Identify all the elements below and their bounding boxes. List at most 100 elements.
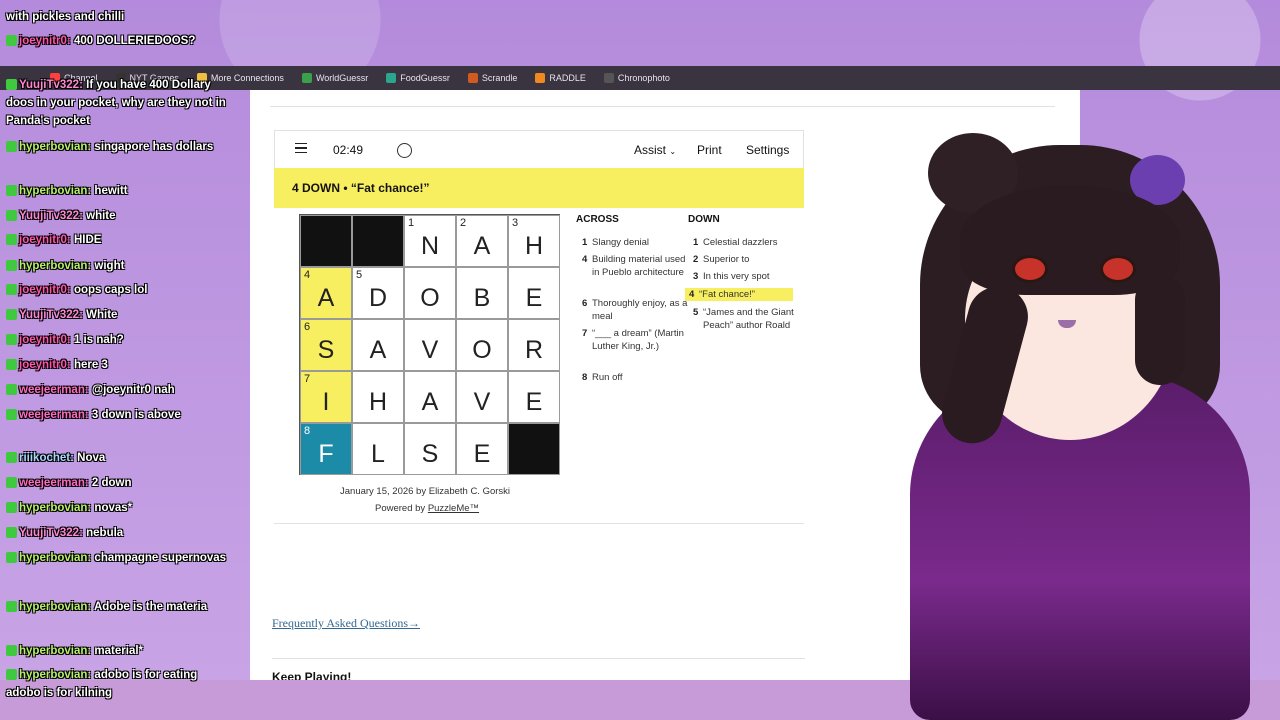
grid-cell[interactable]: E [508, 371, 560, 423]
chat-text: 3 down is above [91, 409, 181, 421]
down-clue[interactable]: 4 “Fat chance!” [685, 288, 793, 301]
chat-text: nebula [86, 527, 124, 539]
divider [274, 523, 804, 524]
grid-cell[interactable]: O [404, 267, 456, 319]
across-clue[interactable]: 7 “___ a dream” (Martin Luther King, Jr.) [582, 327, 692, 353]
clue-number: 1 [582, 237, 588, 248]
grid-cell[interactable]: E [456, 423, 508, 475]
assist-button[interactable]: Assist ⌄ [634, 143, 676, 157]
clue-text: In this very spot [703, 271, 770, 282]
cell-letter: S [317, 336, 335, 364]
grid-cell[interactable]: V [456, 371, 508, 423]
grid-cell[interactable]: H [352, 371, 404, 423]
cell-letter: H [524, 232, 544, 260]
cell-letter: I [322, 388, 330, 416]
across-clue[interactable]: 4 Building material used in Pueblo archit… [582, 253, 692, 279]
chat-username: hyperbovian: [19, 601, 92, 613]
chat-username: joeynitr0: [19, 234, 71, 246]
cell-letter: A [369, 336, 387, 364]
grid-cell[interactable]: A [352, 319, 404, 371]
crossword-grid[interactable]: 1N2A3H4A5DOBE6SAVOR7IHAVE8FLSE [299, 214, 560, 475]
chat-badge-icon [6, 185, 17, 197]
grid-cell[interactable]: O [456, 319, 508, 371]
grid-cell[interactable]: B [456, 267, 508, 319]
chat-username: YuujiTv322: [19, 79, 83, 91]
chat-message: YuujiTv322: White [6, 306, 231, 324]
puzzleme-link[interactable]: PuzzleMe™ [428, 503, 479, 514]
bookmark-label: Chronophoto [617, 73, 670, 83]
chat-message: YuujiTv322: nebula [6, 524, 231, 542]
grid-cell[interactable]: 4A [300, 267, 352, 319]
clue-number: 6 [582, 298, 588, 309]
chat-text: material* [94, 645, 144, 657]
chat-text: 1 is nah? [73, 334, 124, 346]
chat-message: hyperbovian: wight [6, 257, 231, 275]
hamburger-menu-icon[interactable] [295, 143, 307, 153]
chat-username: YuujiTv322: [19, 210, 83, 222]
chat-text: oops caps lol [73, 284, 148, 296]
bookmark-label: WorldGuessr [315, 73, 369, 83]
grid-cell[interactable]: S [404, 423, 456, 475]
chat-badge-icon [6, 552, 17, 564]
chat-badge-icon [6, 35, 17, 47]
bookmark-label: RADDLE [549, 73, 586, 83]
chat-message: weejeerman: @joeynitr0 nah [6, 381, 231, 399]
chat-text: 400 DOLLERIEDOOS? [73, 35, 196, 47]
down-clue[interactable]: 3 In this very spot [693, 270, 803, 283]
grid-cell[interactable]: E [508, 267, 560, 319]
clue-number: 1 [693, 237, 699, 248]
chat-username: YuujiTv322: [19, 527, 83, 539]
grid-cell-black [352, 215, 404, 267]
chat-message: joeynitr0: HIDE [6, 231, 231, 249]
down-clue[interactable]: 2 Superior to [693, 253, 803, 266]
bookmark-item[interactable]: Scrandle [467, 73, 518, 83]
chat-text: wight [94, 260, 125, 272]
chat-username: weejeerman: [19, 384, 89, 396]
grid-cell[interactable]: 7I [300, 371, 352, 423]
grid-cell[interactable]: 8F [300, 423, 352, 475]
chat-username: YuujiTv322: [19, 309, 83, 321]
across-clue[interactable]: 8 Run off [582, 371, 692, 384]
grid-cell[interactable]: 1N [404, 215, 456, 267]
chat-message: hyperbovian: champagne supernovas [6, 549, 231, 567]
print-button[interactable]: Print [697, 143, 722, 157]
chat-message: hyperbovian: Adobe is the materia [6, 598, 231, 616]
chevron-down-icon: ⌄ [669, 147, 677, 156]
stream-chat: with pickles and chilli joeynitr0: 400 DO… [0, 0, 250, 720]
settings-button[interactable]: Settings [746, 143, 789, 157]
cell-number: 8 [304, 425, 311, 437]
bookmark-item[interactable]: RADDLE [535, 73, 586, 83]
chat-text: novas* [94, 502, 133, 514]
bookmark-item[interactable]: WorldGuessr [301, 73, 369, 83]
down-clue[interactable]: 5 “James and the Giant Peach” author Roal… [693, 306, 803, 332]
cell-letter: A [421, 388, 439, 416]
chat-text: White [86, 309, 118, 321]
across-clue[interactable]: 1 Slangy denial [582, 236, 692, 249]
clue-text: Building material used in Pueblo archite… [592, 254, 686, 278]
bookmark-item[interactable]: FoodGuessr [386, 73, 450, 83]
pause-icon[interactable] [397, 143, 412, 158]
chat-message: YuujiTv322: white [6, 207, 231, 225]
cell-number: 7 [304, 373, 311, 385]
down-clue[interactable]: 1 Celestial dazzlers [693, 236, 803, 249]
bookmark-label: Scrandle [481, 73, 518, 83]
chat-badge-icon [6, 477, 17, 489]
chat-username: hyperbovian: [19, 669, 92, 681]
grid-cell[interactable]: R [508, 319, 560, 371]
clue-number: 4 [582, 254, 588, 265]
grid-cell[interactable]: 5D [352, 267, 404, 319]
grid-cell[interactable]: V [404, 319, 456, 371]
grid-cell[interactable]: 3H [508, 215, 560, 267]
grid-cell[interactable]: 6S [300, 319, 352, 371]
faq-link[interactable]: Frequently Asked Questions→ [272, 616, 420, 631]
bookmark-label: FoodGuessr [400, 73, 450, 83]
across-clue[interactable]: 6 Thoroughly enjoy, as a meal [582, 297, 692, 323]
grid-cell[interactable]: L [352, 423, 404, 475]
grid-cell[interactable]: A [404, 371, 456, 423]
cell-number: 2 [460, 217, 467, 229]
cell-number: 5 [356, 269, 363, 281]
chat-badge-icon [6, 527, 17, 539]
bookmark-item[interactable]: Chronophoto [603, 73, 670, 83]
grid-cell[interactable]: 2A [456, 215, 508, 267]
grid-cell-black [508, 423, 560, 475]
